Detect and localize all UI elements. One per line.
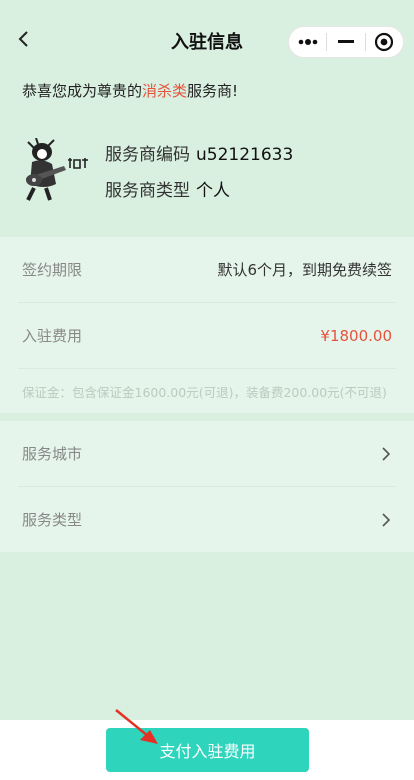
provider-type-value: 个人 (196, 181, 230, 201)
welcome-highlight: 消杀类 (142, 82, 188, 100)
welcome-prefix: 恭喜您成为尊贵的 (22, 82, 143, 100)
service-city-label: 服务城市 (22, 445, 83, 463)
service-type-label: 服务类型 (22, 511, 83, 529)
provider-type-label: 服务商类型 (105, 181, 190, 201)
more-dots-icon (298, 39, 317, 45)
provider-type-line: 服务商类型 个人 (105, 176, 230, 201)
minimize-icon (337, 40, 354, 43)
service-city-row[interactable]: 服务城市 (18, 421, 396, 487)
entry-fee-label: 入驻费用 (22, 327, 83, 345)
entry-fee-row: 入驻费用 ¥1800.00 (18, 303, 396, 369)
contract-term-label: 签约期限 (22, 261, 83, 279)
provider-code-label: 服务商编码 (105, 145, 190, 165)
contract-term-value: 默认6个月，到期免费续签 (217, 261, 392, 279)
red-arrow-icon (115, 709, 158, 744)
guitar-player-avatar-icon (26, 138, 88, 201)
provider-code-value: u52121633 (196, 145, 294, 165)
entry-fee-value: ¥1800.00 (320, 326, 392, 345)
mini-program-capsule (288, 26, 404, 58)
provider-info: 服务商编码 u52121633 服务商类型 个人 (20, 138, 400, 218)
chevron-right-icon (381, 446, 390, 461)
service-type-row[interactable]: 服务类型 (18, 487, 396, 552)
welcome-message: 恭喜您成为尊贵的消杀类服务商! (22, 80, 238, 101)
contract-card: 签约期限 默认6个月，到期免费续签 入驻费用 ¥1800.00 保证金：包含保证… (0, 237, 414, 413)
contract-term-row: 签约期限 默认6个月，到期免费续签 (18, 237, 396, 303)
close-button[interactable] (366, 27, 403, 57)
navigation-bar: 入驻信息 (0, 0, 414, 80)
deposit-note: 保证金：包含保证金1600.00元(可退)，装备费200.00元(不可退) (22, 384, 387, 400)
provider-code-line: 服务商编码 u52121633 (105, 140, 293, 165)
minimize-button[interactable] (327, 27, 364, 57)
service-card: 服务城市 服务类型 (0, 421, 414, 552)
welcome-suffix: 服务商! (187, 82, 239, 100)
more-button[interactable] (289, 27, 326, 57)
chevron-right-icon (381, 512, 390, 527)
target-close-icon (375, 32, 394, 52)
